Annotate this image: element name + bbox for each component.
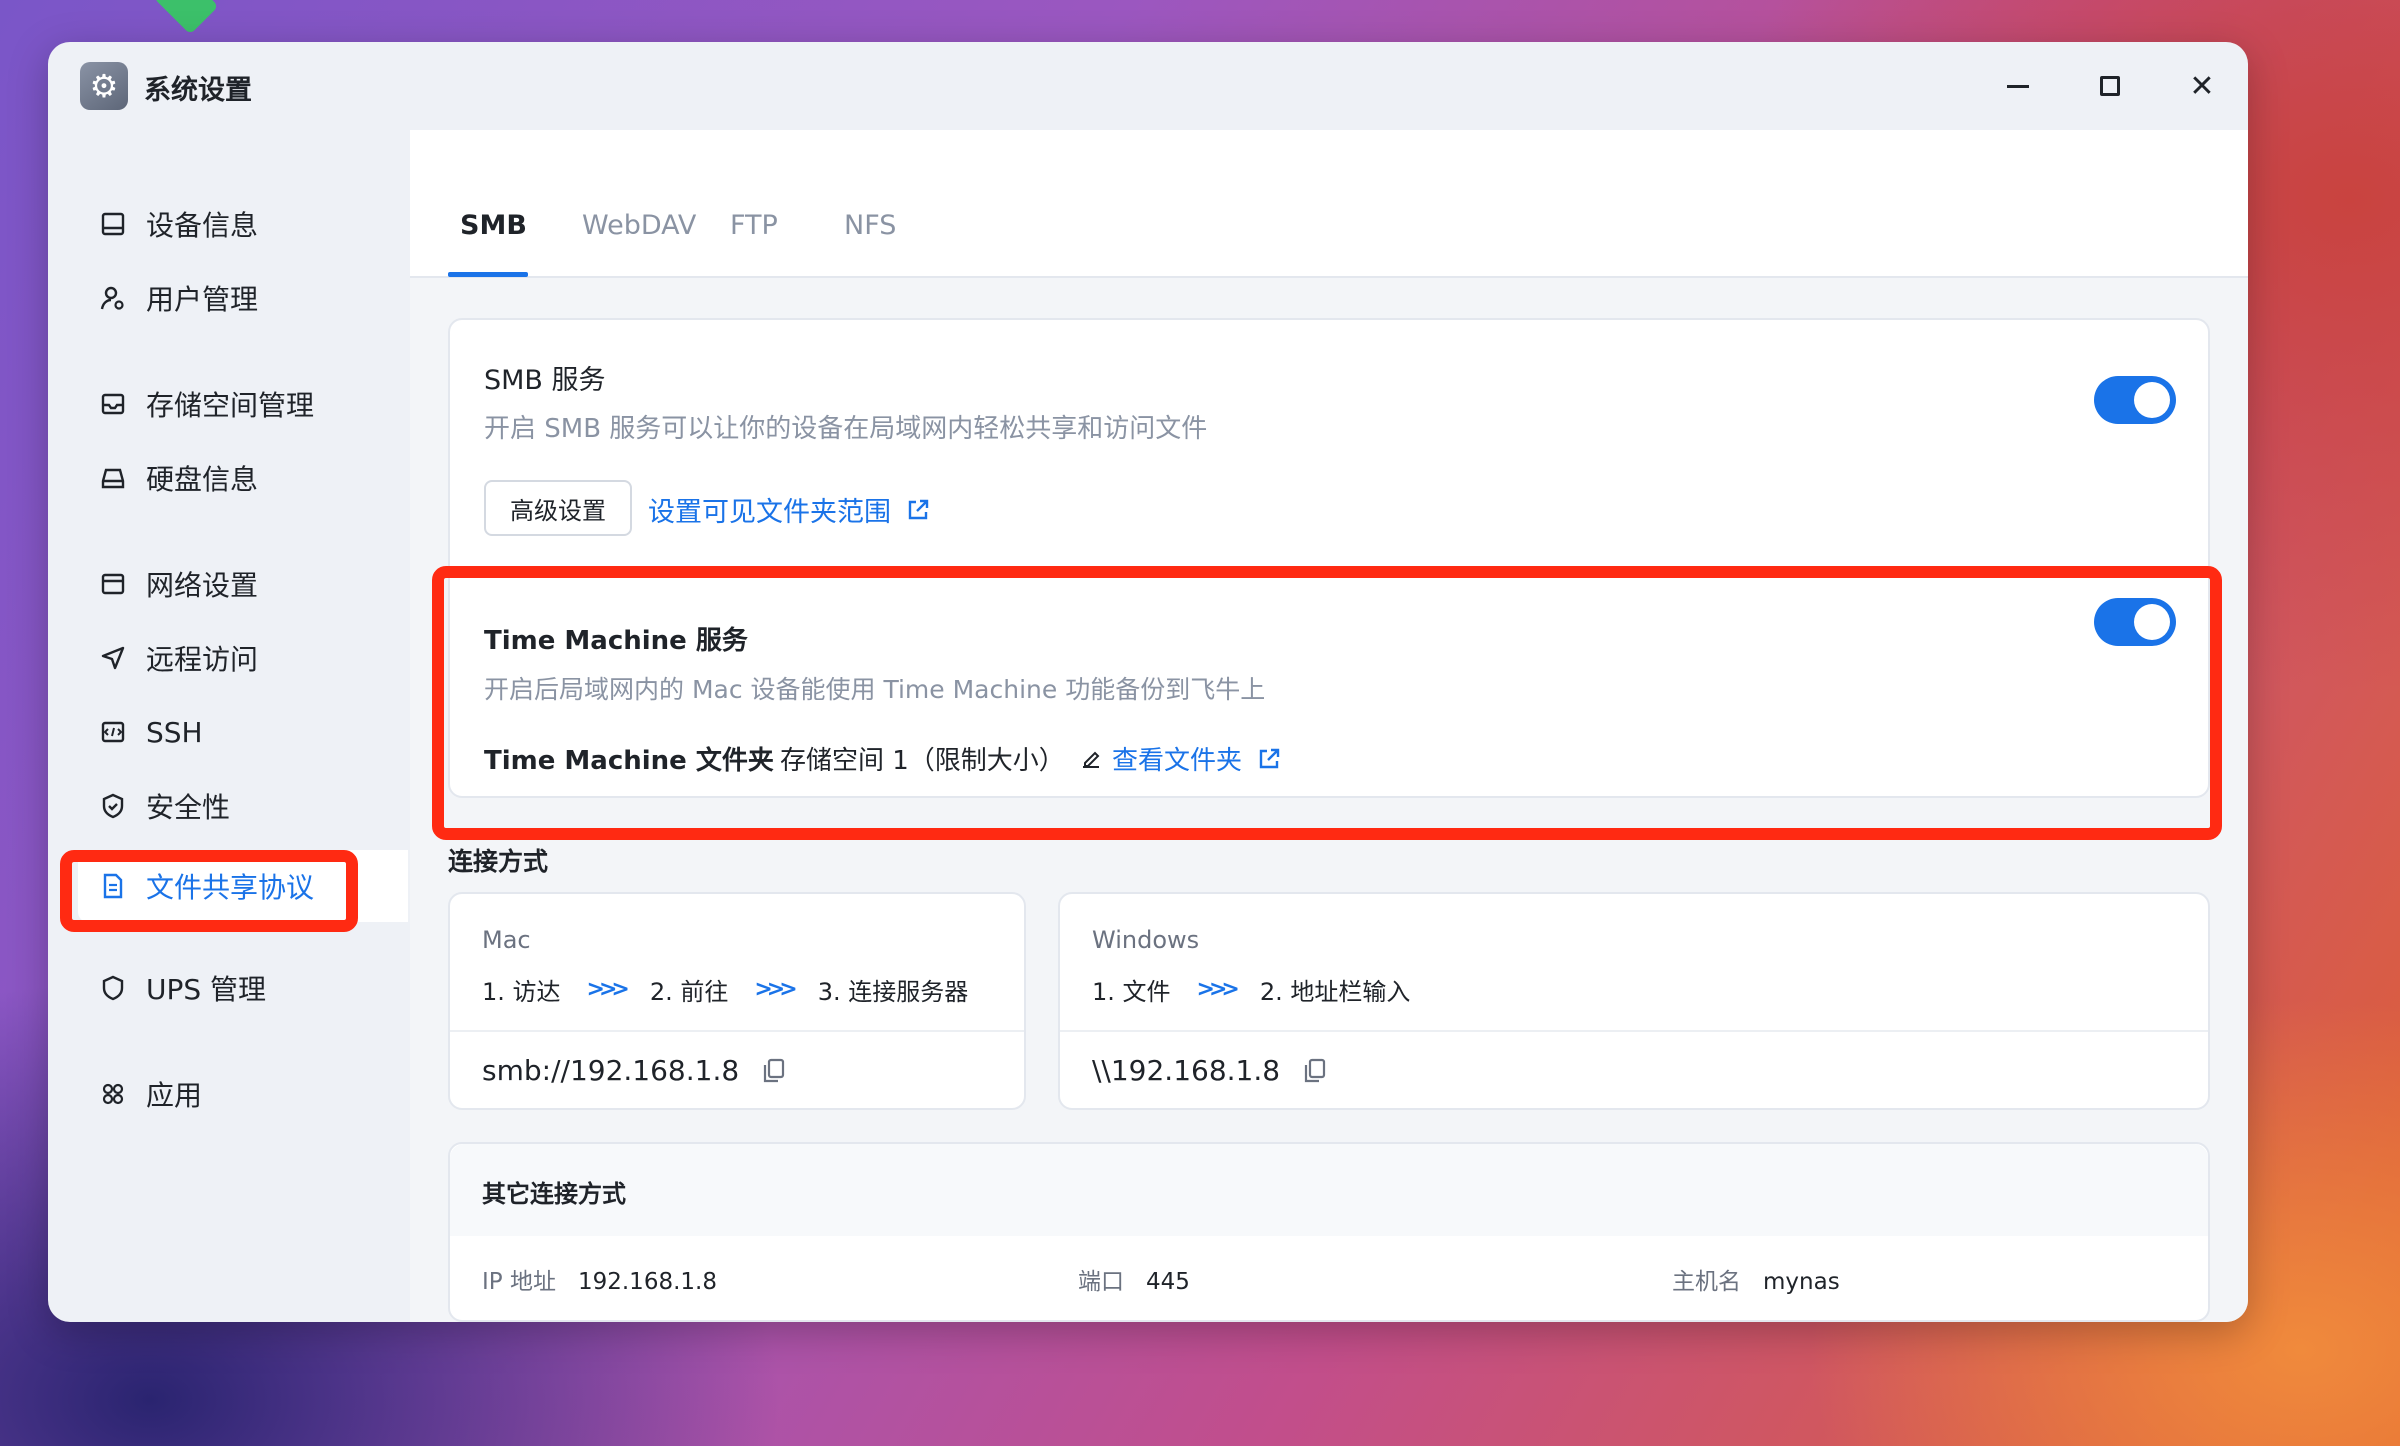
smb-toggle[interactable] [2094,376,2176,424]
advanced-settings-button[interactable]: 高级设置 [484,480,632,536]
sidebar-item-network[interactable]: 网络设置 [78,554,408,614]
title-bar: ⚙ 系统设置 ✕ [48,42,2248,130]
port-label: 端口 [1078,1269,1124,1295]
sidebar-item-user-management[interactable]: 用户管理 [78,268,408,328]
other-connection-card: 其它连接方式 IP 地址 192.168.1.8 端口 445 主机名 mynas [448,1142,2210,1322]
tab-smb[interactable]: SMB [460,210,527,241]
sidebar-item-label: 远程访问 [146,643,259,676]
terminal-icon [98,717,128,747]
windows-steps: 1. 文件 >>> 2. 地址栏输入 [1092,972,1410,1007]
minimize-button[interactable] [1998,66,2038,106]
folder-scope-link[interactable]: 设置可见文件夹范围 [648,490,931,529]
ip-address-field: IP 地址 192.168.1.8 [482,1262,717,1296]
step: 1. 访达 [482,978,561,1006]
sidebar-item-label: 应用 [146,1079,203,1112]
chevron-right-icon: >>> [586,977,630,1002]
external-link-icon [908,499,929,519]
mac-title: Mac [482,926,531,954]
sidebar-item-security[interactable]: 安全性 [78,776,408,836]
sidebar-item-label: 存储空间管理 [146,389,315,422]
sidebar-item-label: 网络设置 [146,569,259,602]
sidebar-item-ssh[interactable]: SSH [78,702,408,762]
mac-address-text: smb://192.168.1.8 [482,1054,740,1087]
windows-address-text: \\192.168.1.8 [1092,1054,1281,1087]
shield-icon [98,973,128,1003]
sidebar-item-label: 用户管理 [146,283,259,316]
storage-icon [98,389,128,419]
sidebar-item-label: UPS 管理 [146,973,267,1006]
highlight-annotation [432,566,2222,840]
window-title: 系统设置 [144,75,252,106]
sidebar-item-label: 硬盘信息 [146,463,259,496]
chevron-right-icon: >>> [754,977,797,1002]
divider [1060,1030,2208,1032]
smb-title: SMB 服务 [484,365,606,396]
settings-window: ⚙ 系统设置 ✕ 设备信息 用户管理 存储空间管理 硬盘信息 网络设置 远程访问 [48,42,2248,1322]
close-button[interactable]: ✕ [2182,66,2222,106]
sidebar: 设备信息 用户管理 存储空间管理 硬盘信息 网络设置 远程访问 SSH 安全性 [48,130,408,1322]
connection-section-title: 连接方式 [448,847,549,876]
sidebar-item-apps[interactable]: 应用 [78,1064,408,1124]
gear-icon: ⚙ [80,62,128,110]
sidebar-item-label: 安全性 [146,791,231,824]
tab-nfs[interactable]: NFS [844,210,896,241]
disk-icon [98,463,128,493]
step: 3. 连接服务器 [817,978,969,1006]
ip-label: IP 地址 [482,1269,556,1295]
highlight-annotation [60,850,358,932]
maximize-button[interactable] [2090,66,2130,106]
network-icon [98,569,128,599]
windows-title: Windows [1092,926,1200,954]
sidebar-item-ups[interactable]: UPS 管理 [78,958,408,1018]
step: 2. 地址栏输入 [1259,978,1411,1006]
content-pane: SMB WebDAV FTP NFS SMB 服务 开启 SMB 服务可以让你的… [410,130,2248,1322]
step: 1. 文件 [1092,978,1171,1006]
step: 2. 前往 [649,978,729,1006]
hostname-field: 主机名 mynas [1672,1262,1840,1296]
tab-ftp[interactable]: FTP [730,210,778,241]
apps-icon [98,1079,128,1109]
mac-connection-card: Mac 1. 访达 >>> 2. 前往 >>> 3. 连接服务器 smb://1… [448,892,1026,1110]
sidebar-item-storage[interactable]: 存储空间管理 [78,374,408,434]
other-connection-header: 其它连接方式 [450,1144,2208,1236]
tab-webdav[interactable]: WebDAV [582,210,696,241]
sidebar-item-disk-info[interactable]: 硬盘信息 [78,448,408,508]
active-tab-indicator [448,272,528,277]
sidebar-item-label: SSH [146,715,203,749]
windows-address: \\192.168.1.8 [1092,1054,1328,1087]
shield-check-icon [98,791,128,821]
folder-scope-link-label: 设置可见文件夹范围 [648,497,891,528]
mac-steps: 1. 访达 >>> 2. 前往 >>> 3. 连接服务器 [482,972,968,1007]
sidebar-item-device-info[interactable]: 设备信息 [78,194,408,254]
smb-description: 开启 SMB 服务可以让你的设备在局域网内轻松共享和访问文件 [484,414,1208,444]
port-field: 端口 445 [1078,1262,1190,1296]
sidebar-item-remote-access[interactable]: 远程访问 [78,628,408,688]
windows-connection-card: Windows 1. 文件 >>> 2. 地址栏输入 \\192.168.1.8 [1058,892,2210,1110]
send-icon [98,643,128,673]
chevron-right-icon: >>> [1196,977,1240,1002]
other-connection-title: 其它连接方式 [482,1180,626,1208]
sidebar-item-label: 设备信息 [146,209,259,242]
copy-icon[interactable] [761,1057,787,1085]
mac-address: smb://192.168.1.8 [482,1054,787,1087]
hostname-label: 主机名 [1672,1269,1741,1295]
copy-icon[interactable] [1302,1057,1328,1085]
ip-value: 192.168.1.8 [577,1269,717,1295]
hostname-value: mynas [1763,1269,1840,1295]
device-icon [98,209,128,239]
protocol-tabs: SMB WebDAV FTP NFS [410,130,2248,278]
user-gear-icon [98,283,128,313]
desktop-decoration [153,0,219,35]
divider [450,1030,1024,1032]
port-value: 445 [1146,1269,1190,1295]
